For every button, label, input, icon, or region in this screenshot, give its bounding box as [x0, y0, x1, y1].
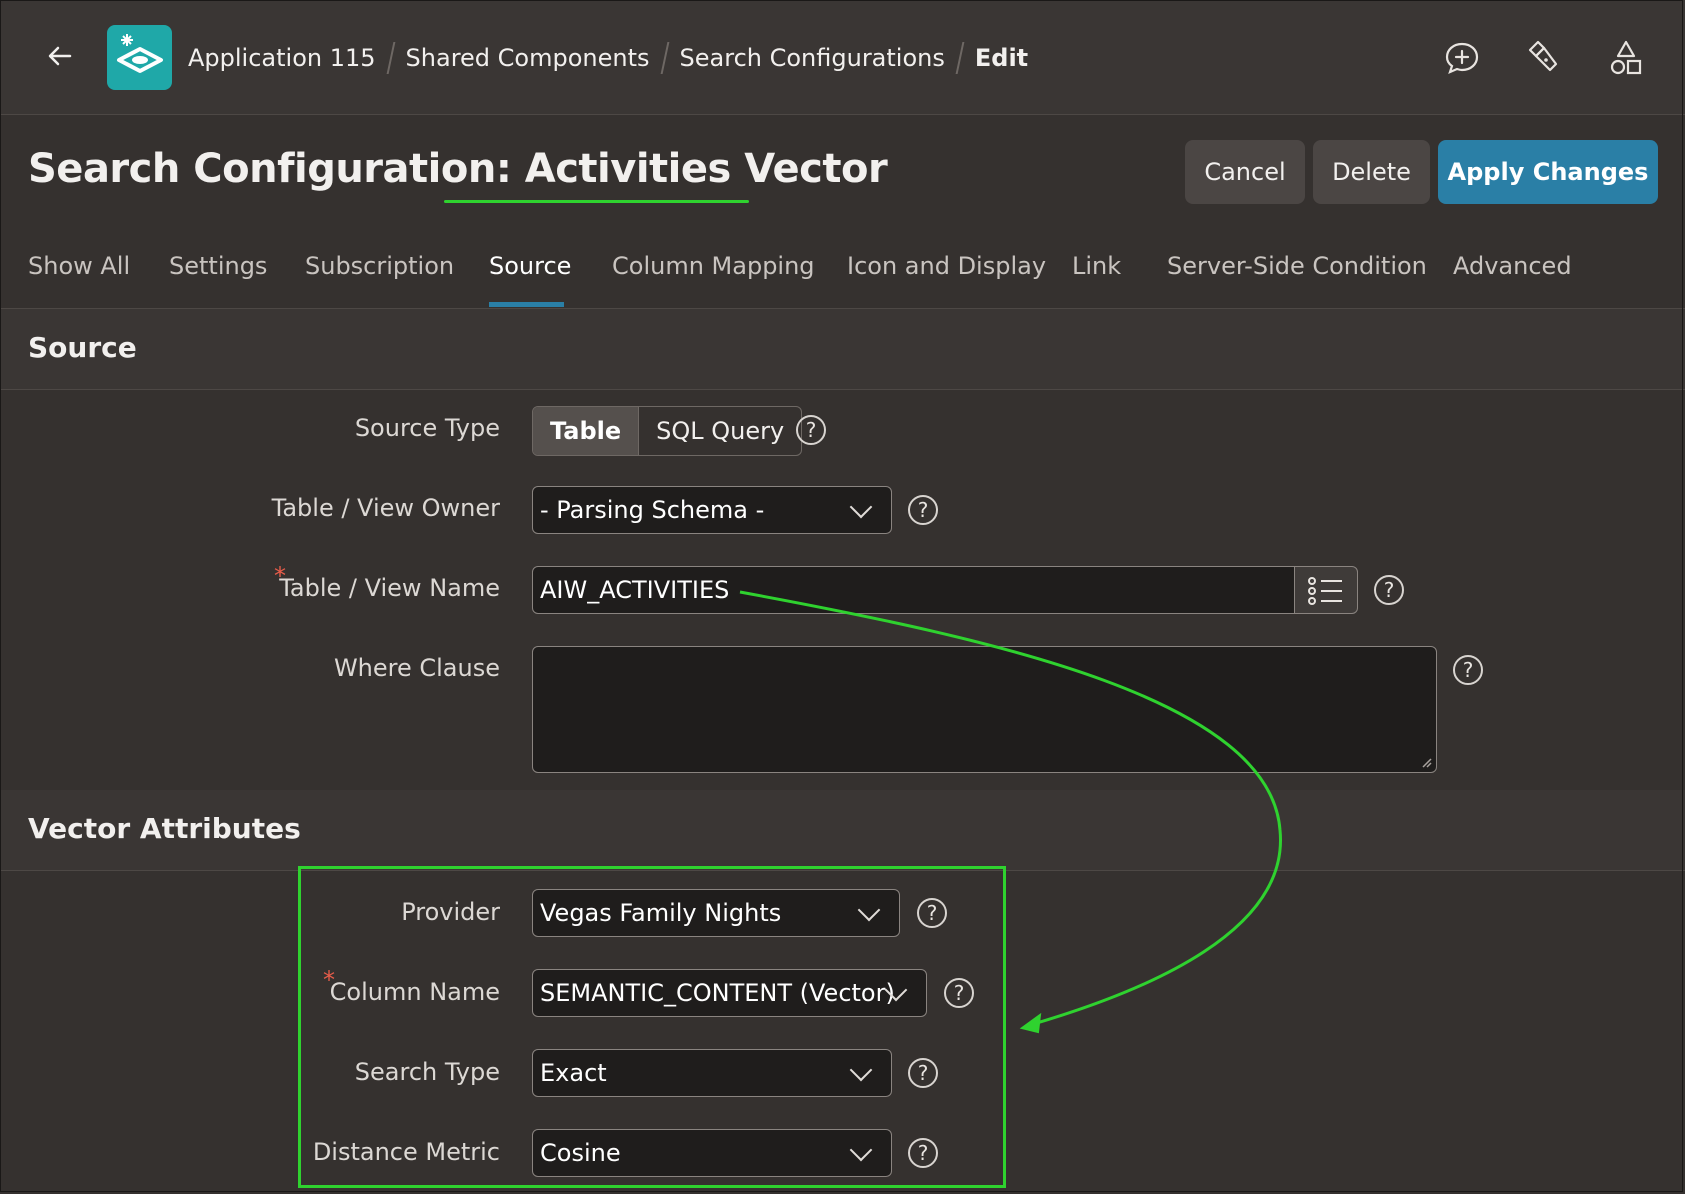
- table-name-label: Table / View Name: [279, 574, 500, 602]
- table-owner-label: Table / View Owner: [271, 494, 500, 522]
- tab-link[interactable]: Link: [1072, 252, 1121, 280]
- page-title-prefix: Search Configuration:: [28, 146, 512, 192]
- vector-section-title: Vector Attributes: [28, 812, 301, 845]
- tab-server-side-condition[interactable]: Server-Side Condition: [1167, 252, 1427, 280]
- breadcrumb: Application 115 Shared Components Search…: [188, 40, 1028, 76]
- list-icon: [1308, 577, 1342, 605]
- tab-subscription[interactable]: Subscription: [305, 252, 454, 280]
- source-type-sql-query-option[interactable]: SQL Query: [639, 407, 801, 455]
- cancel-button[interactable]: Cancel: [1185, 140, 1305, 204]
- page-title-name: Activities Vector: [524, 146, 888, 192]
- where-clause-textarea[interactable]: [532, 646, 1437, 773]
- vector-section-header: Vector Attributes: [0, 790, 1685, 871]
- table-owner-value: - Parsing Schema -: [540, 496, 765, 524]
- tab-advanced[interactable]: Advanced: [1453, 252, 1572, 280]
- help-icon[interactable]: ?: [1453, 655, 1483, 685]
- tab-source[interactable]: Source: [489, 252, 571, 280]
- source-section-title: Source: [28, 331, 137, 364]
- breadcrumb-separator: [955, 42, 965, 74]
- comment-add-icon[interactable]: [1442, 38, 1482, 78]
- breadcrumb-separator: [386, 42, 395, 74]
- source-section-header: Source: [0, 309, 1685, 390]
- table-name-input[interactable]: AIW_ACTIVITIES: [532, 566, 1296, 614]
- breadcrumb-search-configurations[interactable]: Search Configurations: [680, 44, 945, 72]
- tab-settings[interactable]: Settings: [169, 252, 267, 280]
- tab-icon-and-display[interactable]: Icon and Display: [847, 252, 1046, 280]
- help-icon[interactable]: ?: [796, 415, 826, 445]
- source-type-table-option[interactable]: Table: [533, 407, 640, 455]
- resize-handle-icon[interactable]: [1420, 756, 1432, 768]
- active-tab-indicator: [489, 302, 564, 307]
- shapes-icon[interactable]: [1606, 38, 1646, 78]
- app-logo-icon[interactable]: [107, 25, 172, 90]
- help-icon[interactable]: ?: [908, 495, 938, 525]
- breadcrumb-separator: [660, 42, 669, 74]
- breadcrumb-current: Edit: [974, 44, 1029, 72]
- tab-column-mapping[interactable]: Column Mapping: [612, 252, 815, 280]
- list-of-values-button[interactable]: [1294, 566, 1358, 614]
- flashlight-icon[interactable]: [1522, 38, 1562, 78]
- chevron-down-icon: [849, 495, 873, 519]
- page-title: Search Configuration: Activities Vector: [28, 146, 888, 192]
- back-arrow-icon[interactable]: [44, 40, 76, 72]
- tab-show-all[interactable]: Show All: [28, 252, 130, 280]
- tab-bar: Show All Settings Subscription Source Co…: [0, 236, 1685, 309]
- source-type-toggle: Table SQL Query: [532, 406, 803, 456]
- breadcrumb-application[interactable]: Application 115: [188, 44, 376, 72]
- apply-changes-button[interactable]: Apply Changes: [1438, 140, 1658, 204]
- title-annotation-underline: [444, 200, 749, 203]
- help-icon[interactable]: ?: [1374, 575, 1404, 605]
- where-clause-label: Where Clause: [333, 654, 500, 682]
- table-owner-select[interactable]: - Parsing Schema -: [532, 486, 892, 534]
- breadcrumb-shared-components[interactable]: Shared Components: [406, 44, 650, 72]
- vector-attributes-annotation-box: [298, 866, 1006, 1188]
- table-name-value: AIW_ACTIVITIES: [540, 576, 730, 604]
- source-type-label: Source Type: [354, 414, 500, 442]
- top-bar: Application 115 Shared Components Search…: [0, 0, 1685, 115]
- delete-button[interactable]: Delete: [1313, 140, 1430, 204]
